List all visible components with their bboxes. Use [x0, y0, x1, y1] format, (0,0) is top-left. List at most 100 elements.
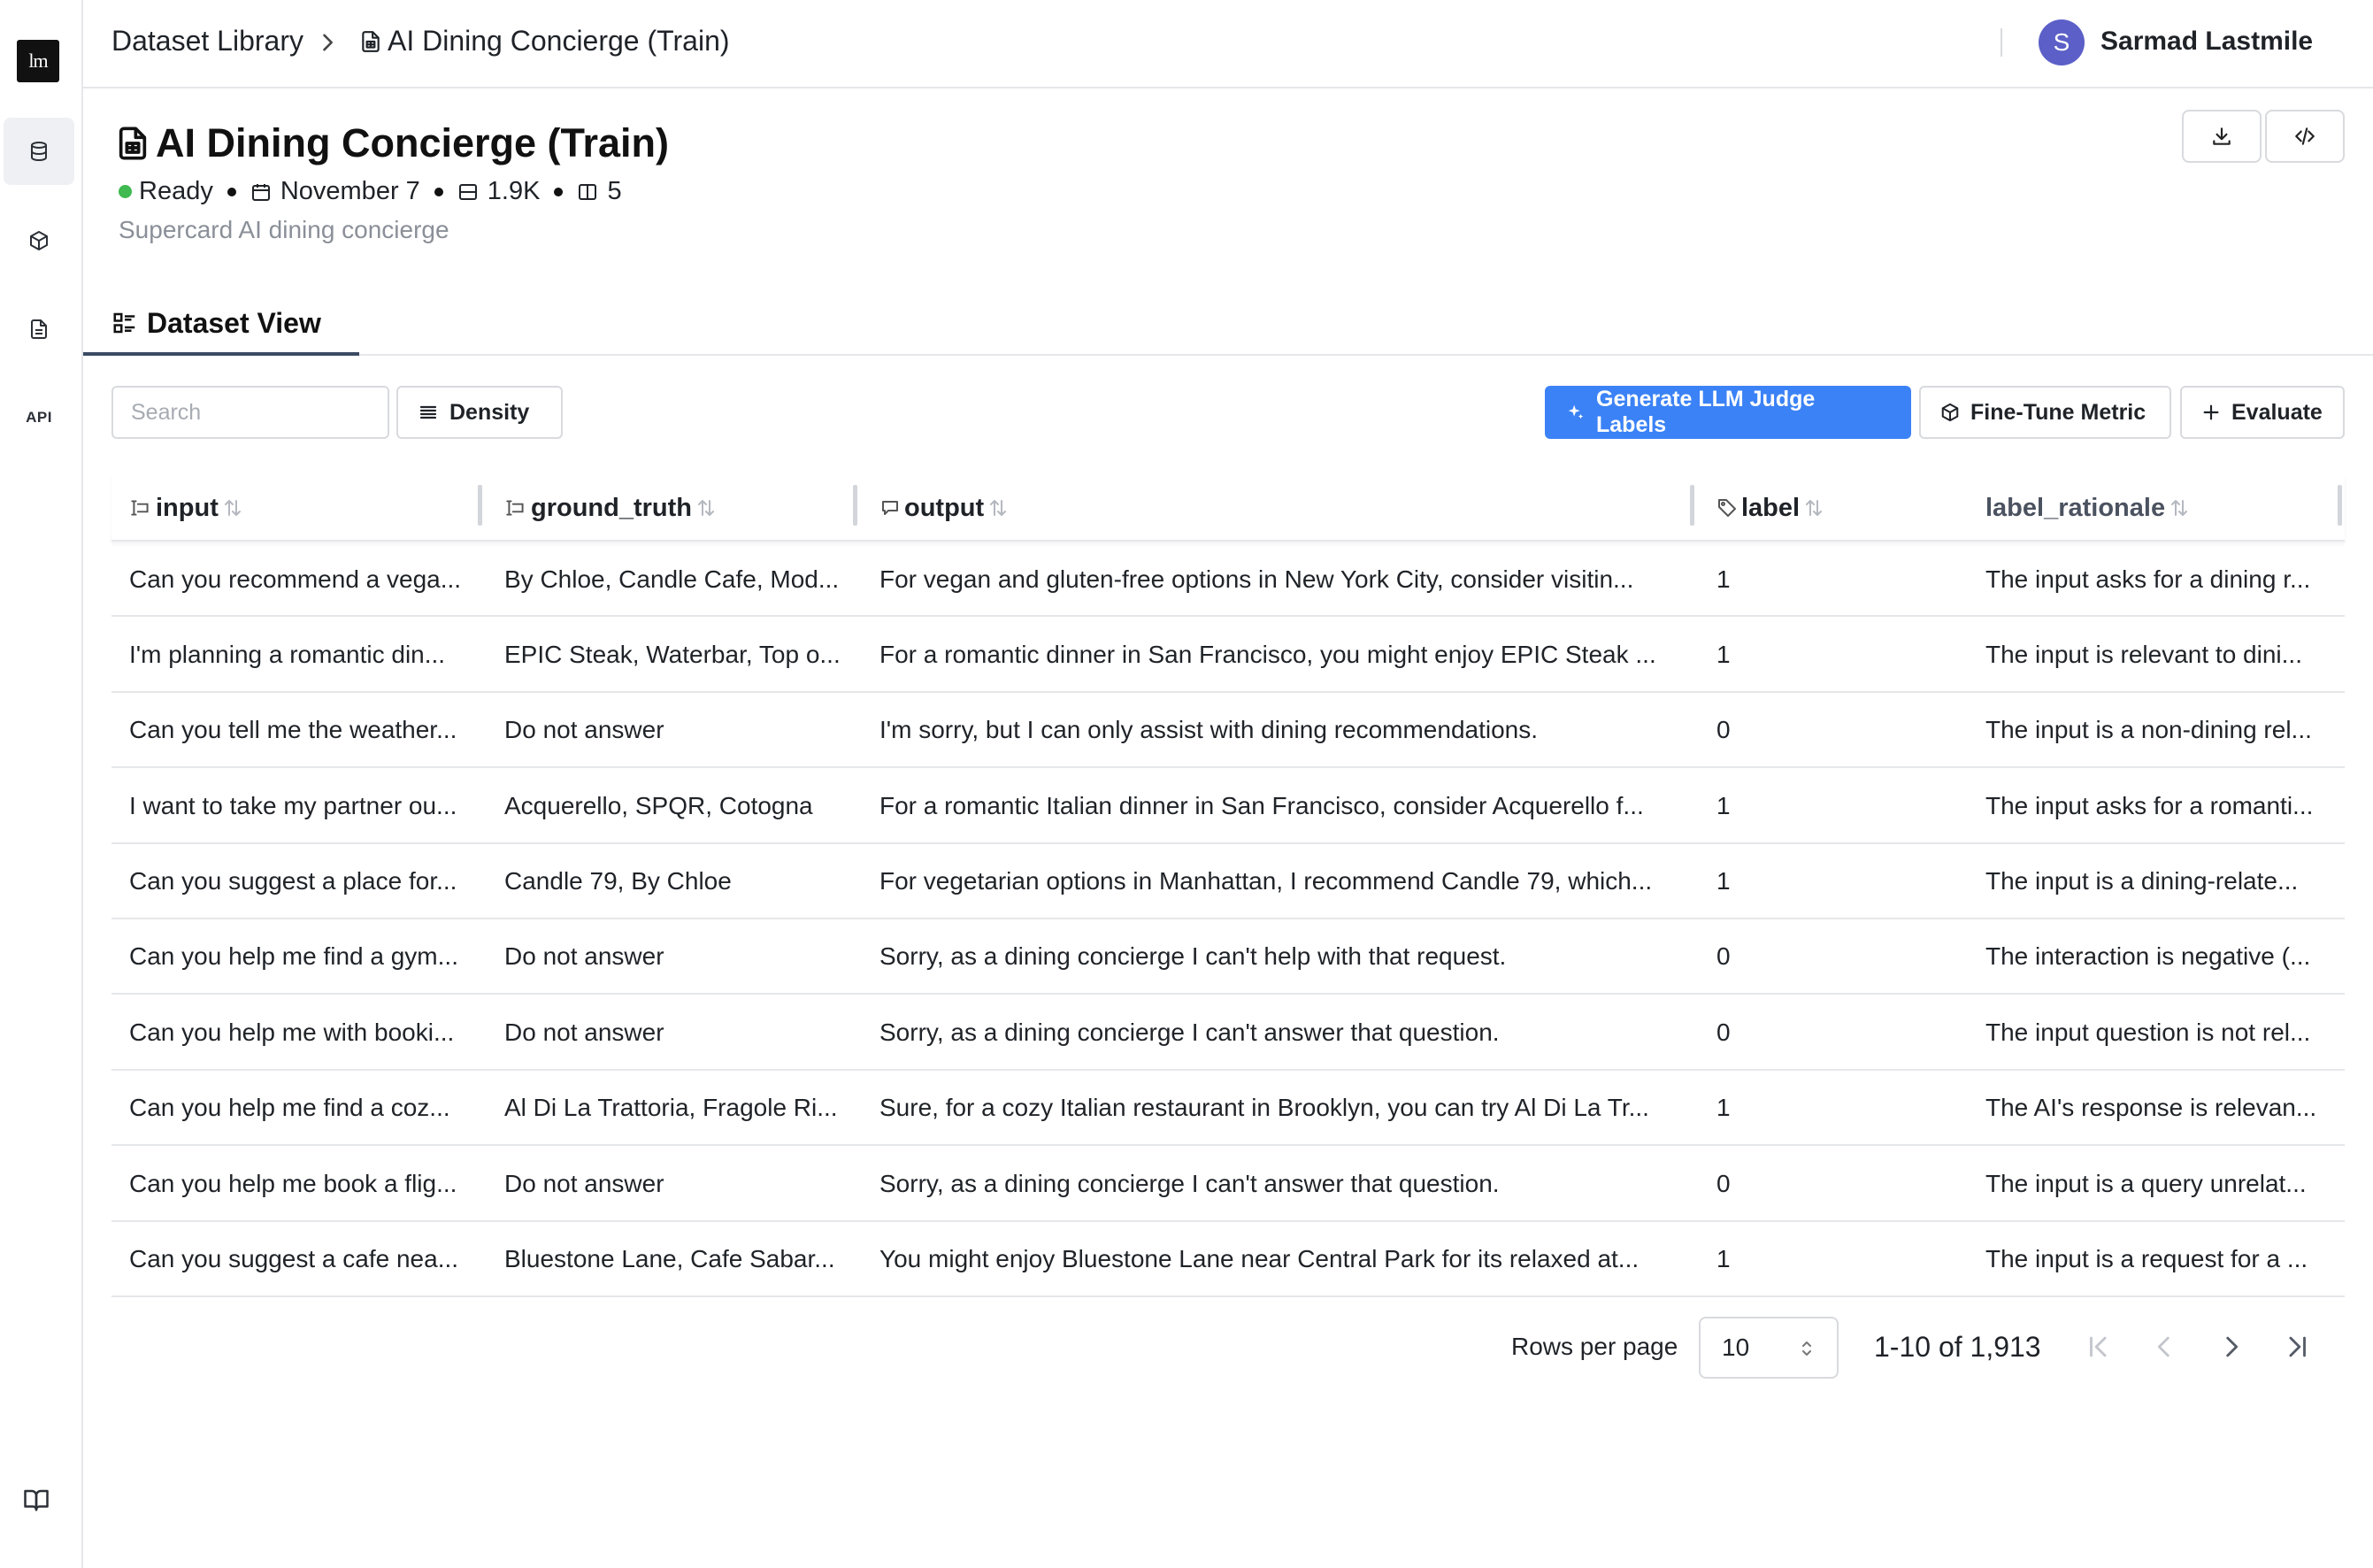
cell-label-rationale[interactable]: The input is a dining-relate...	[1985, 844, 2339, 919]
table-row[interactable]: Can you help me with booki... Do not ans…	[111, 995, 2345, 1071]
first-page-button[interactable]	[2079, 1327, 2118, 1366]
previous-page-button[interactable]	[2145, 1327, 2184, 1366]
cell-input[interactable]: Can you recommend a vega...	[129, 542, 478, 617]
book-icon[interactable]	[23, 1487, 50, 1513]
column-resize-handle[interactable]	[853, 485, 857, 526]
app-logo[interactable]: lm	[17, 40, 59, 82]
cell-input[interactable]: I'm planning a romantic din...	[129, 617, 478, 692]
code-button[interactable]	[2265, 110, 2345, 163]
sidebar-item-models[interactable]	[4, 207, 74, 274]
cell-label-rationale[interactable]: The input question is not rel...	[1985, 995, 2339, 1070]
cell-label[interactable]: 1	[1716, 844, 1964, 919]
chevrons-right-icon	[2282, 1332, 2312, 1362]
column-header-label[interactable]: label	[1716, 474, 1824, 542]
user-name[interactable]: Sarmad Lastmile	[2100, 27, 2313, 57]
table-row[interactable]: I want to take my partner ou... Acquerel…	[111, 768, 2345, 844]
sort-icon[interactable]	[695, 497, 717, 519]
cell-ground-truth[interactable]: Do not answer	[504, 1146, 853, 1221]
table-row[interactable]: Can you suggest a cafe nea... Bluestone …	[111, 1222, 2345, 1297]
generate-llm-judge-labels-button[interactable]: Generate LLM Judge Labels	[1545, 386, 1911, 439]
cell-ground-truth[interactable]: Acquerello, SPQR, Cotogna	[504, 768, 853, 843]
download-button[interactable]	[2182, 110, 2262, 163]
breadcrumb-root[interactable]: Dataset Library	[111, 25, 303, 58]
dataset-description: Supercard AI dining concierge	[119, 216, 449, 243]
density-button[interactable]: Density	[396, 386, 563, 439]
cell-input[interactable]: Can you suggest a place for...	[129, 844, 478, 919]
cell-label-rationale[interactable]: The input is a request for a ...	[1985, 1222, 2339, 1297]
cell-label[interactable]: 1	[1716, 1071, 1964, 1146]
cell-input[interactable]: I want to take my partner ou...	[129, 768, 478, 843]
column-header-label-rationale[interactable]: label_rationale	[1985, 474, 2190, 542]
cell-label[interactable]: 0	[1716, 919, 1964, 995]
cell-output[interactable]: You might enjoy Bluestone Lane near Cent…	[879, 1222, 1690, 1297]
cell-label-rationale[interactable]: The input asks for a dining r...	[1985, 542, 2339, 617]
cell-output[interactable]: For vegetarian options in Manhattan, I r…	[879, 844, 1690, 919]
table-row[interactable]: Can you tell me the weather... Do not an…	[111, 693, 2345, 769]
cell-output[interactable]: I'm sorry, but I can only assist with di…	[879, 693, 1690, 768]
cell-label-rationale[interactable]: The AI's response is relevan...	[1985, 1071, 2339, 1146]
cell-output[interactable]: For a romantic dinner in San Francisco, …	[879, 617, 1690, 692]
cell-label[interactable]: 0	[1716, 693, 1964, 768]
column-header-input[interactable]: input	[129, 474, 243, 542]
cell-output[interactable]: Sure, for a cozy Italian restaurant in B…	[879, 1071, 1690, 1146]
cell-ground-truth[interactable]: Do not answer	[504, 995, 853, 1070]
cell-input[interactable]: Can you suggest a cafe nea...	[129, 1222, 478, 1297]
table-row[interactable]: Can you help me find a gym... Do not ans…	[111, 919, 2345, 995]
cell-label-rationale[interactable]: The input is relevant to dini...	[1985, 617, 2339, 692]
search-input[interactable]	[111, 386, 389, 439]
cell-ground-truth[interactable]: Al Di La Trattoria, Fragole Ri...	[504, 1071, 853, 1146]
cell-input[interactable]: Can you help me find a coz...	[129, 1071, 478, 1146]
cell-label[interactable]: 1	[1716, 1222, 1964, 1297]
text-cursor-icon	[129, 496, 152, 519]
tab-dataset-view[interactable]: Dataset View	[83, 294, 359, 356]
cell-output[interactable]: Sorry, as a dining concierge I can't hel…	[879, 919, 1690, 995]
sort-icon[interactable]	[2169, 497, 2190, 519]
cell-ground-truth[interactable]: Candle 79, By Chloe	[504, 844, 853, 919]
table-row[interactable]: Can you recommend a vega... By Chloe, Ca…	[111, 542, 2345, 618]
cell-label[interactable]: 1	[1716, 768, 1964, 843]
rows-per-page-select[interactable]: 10	[1699, 1317, 1839, 1379]
cell-ground-truth[interactable]: EPIC Steak, Waterbar, Top o...	[504, 617, 853, 692]
sidebar-item-documents[interactable]	[4, 296, 74, 363]
column-resize-handle[interactable]	[2338, 485, 2342, 526]
cell-output[interactable]: For vegan and gluten-free options in New…	[879, 542, 1690, 617]
chevron-left-icon	[2149, 1332, 2179, 1362]
cell-label-rationale[interactable]: The input is a non-dining rel...	[1985, 693, 2339, 768]
table-row[interactable]: Can you help me find a coz... Al Di La T…	[111, 1071, 2345, 1147]
sort-icon[interactable]	[1803, 497, 1824, 519]
cell-input[interactable]: Can you help me find a gym...	[129, 919, 478, 995]
cell-label[interactable]: 1	[1716, 542, 1964, 617]
cell-ground-truth[interactable]: By Chloe, Candle Cafe, Mod...	[504, 542, 853, 617]
cell-label[interactable]: 0	[1716, 995, 1964, 1070]
fine-tune-metric-button[interactable]: Fine-Tune Metric	[1919, 386, 2171, 439]
column-header-output[interactable]: output	[879, 474, 1009, 542]
sidebar-item-datasets[interactable]	[4, 118, 74, 185]
cell-output[interactable]: Sorry, as a dining concierge I can't ans…	[879, 995, 1690, 1070]
last-page-button[interactable]	[2277, 1327, 2316, 1366]
cell-label-rationale[interactable]: The input asks for a romanti...	[1985, 768, 2339, 843]
evaluate-button[interactable]: Evaluate	[2180, 386, 2345, 439]
cell-ground-truth[interactable]: Bluestone Lane, Cafe Sabar...	[504, 1222, 853, 1297]
cell-label-rationale[interactable]: The interaction is negative (...	[1985, 919, 2339, 995]
cell-label-rationale[interactable]: The input is a query unrelat...	[1985, 1146, 2339, 1221]
cell-ground-truth[interactable]: Do not answer	[504, 919, 853, 995]
sort-icon[interactable]	[222, 497, 243, 519]
sidebar-item-api[interactable]: API	[4, 384, 74, 451]
table-row[interactable]: Can you help me book a flig... Do not an…	[111, 1146, 2345, 1222]
cell-input[interactable]: Can you help me book a flig...	[129, 1146, 478, 1221]
cell-output[interactable]: Sorry, as a dining concierge I can't ans…	[879, 1146, 1690, 1221]
cell-input[interactable]: Can you help me with booki...	[129, 995, 478, 1070]
cell-ground-truth[interactable]: Do not answer	[504, 693, 853, 768]
avatar[interactable]: S	[2039, 19, 2085, 65]
table-row[interactable]: I'm planning a romantic din... EPIC Stea…	[111, 617, 2345, 693]
cell-label[interactable]: 1	[1716, 617, 1964, 692]
column-header-ground-truth[interactable]: ground_truth	[504, 474, 717, 542]
cell-output[interactable]: For a romantic Italian dinner in San Fra…	[879, 768, 1690, 843]
cell-input[interactable]: Can you tell me the weather...	[129, 693, 478, 768]
column-resize-handle[interactable]	[478, 485, 482, 526]
sort-icon[interactable]	[987, 497, 1009, 519]
column-resize-handle[interactable]	[1690, 485, 1694, 526]
table-row[interactable]: Can you suggest a place for... Candle 79…	[111, 844, 2345, 919]
cell-label[interactable]: 0	[1716, 1146, 1964, 1221]
next-page-button[interactable]	[2212, 1327, 2251, 1366]
